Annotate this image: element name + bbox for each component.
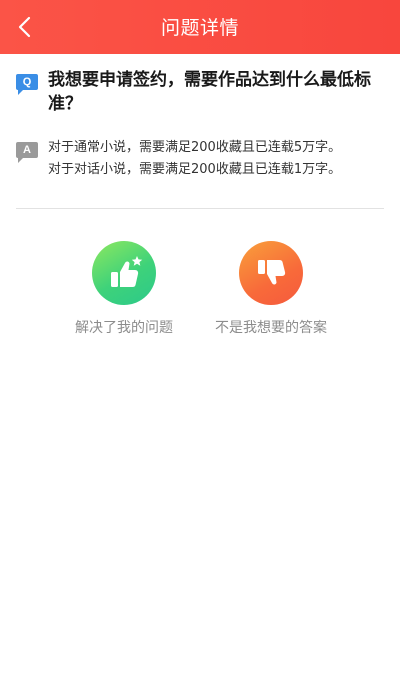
question-block: Q 我想要申请签约，需要作品达到什么最低标准？ <box>16 68 386 116</box>
answer-badge: A <box>16 142 38 163</box>
answer-text: 对于通常小说，需要满足200收藏且已连载5万字。 对于对话小说，需要满足200收… <box>48 137 386 181</box>
answer-block: A 对于通常小说，需要满足200收藏且已连载5万字。 对于对话小说，需要满足20… <box>16 137 386 181</box>
thumbs-down-icon <box>239 241 303 305</box>
solved-feedback-button[interactable]: 解决了我的问题 <box>39 241 209 338</box>
answer-line: 对于对话小说，需要满足200收藏且已连载1万字。 <box>48 162 342 177</box>
question-badge: Q <box>16 74 38 95</box>
answer-line: 对于通常小说，需要满足200收藏且已连载5万字。 <box>48 140 342 155</box>
page-title: 问题详情 <box>160 17 239 39</box>
divider <box>16 208 384 209</box>
question-text: 我想要申请签约，需要作品达到什么最低标准？ <box>48 70 371 114</box>
top-app-bar: 问题详情 <box>0 0 400 54</box>
unsolved-feedback-button[interactable]: 不是我想要的答案 <box>186 241 356 338</box>
unsolved-label: 不是我想要的答案 <box>215 320 327 336</box>
solved-label: 解决了我的问题 <box>75 320 173 336</box>
thumbs-up-star-icon <box>92 241 156 305</box>
